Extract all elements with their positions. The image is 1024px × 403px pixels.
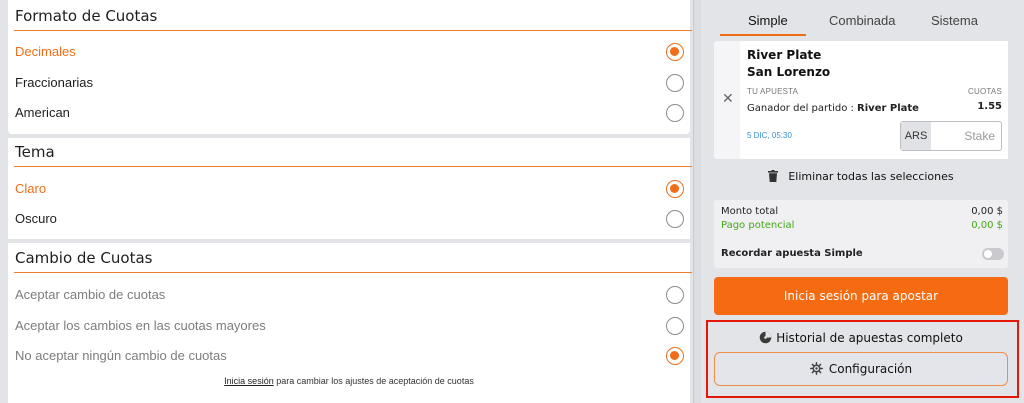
- trash-icon: [768, 170, 779, 182]
- your-bet-label: TU APUESTA: [747, 87, 799, 96]
- total-row: Monto total 0,00 $: [721, 206, 1003, 217]
- betslip-panel: Simple Combinada Sistema ✕ River Plate S…: [702, 0, 1024, 403]
- login-to-bet-button[interactable]: Inicia sesión para apostar: [714, 277, 1008, 315]
- radio-icon[interactable]: [666, 74, 684, 92]
- section-divider: [14, 272, 692, 273]
- potential-row: Pago potencial 0,00 $: [721, 220, 1003, 231]
- section-divider: [14, 166, 692, 167]
- option-theme-dark[interactable]: Oscuro: [8, 204, 690, 234]
- bet-details: River Plate San Lorenzo TU APUESTA CUOTA…: [740, 41, 1008, 159]
- team-home: River Plate: [747, 48, 822, 62]
- odds-format-title: Formato de Cuotas: [15, 7, 158, 25]
- close-icon[interactable]: ✕: [722, 91, 734, 107]
- odds-value: 1.55: [977, 101, 1002, 112]
- option-fractional[interactable]: Fraccionarias: [8, 68, 690, 98]
- option-american[interactable]: American: [8, 98, 690, 128]
- radio-icon[interactable]: [666, 286, 684, 304]
- option-accept-higher[interactable]: Aceptar los cambios en las cuotas mayore…: [8, 311, 690, 341]
- remember-toggle[interactable]: [982, 248, 1004, 260]
- tab-simple[interactable]: Simple: [748, 13, 788, 28]
- option-accept-changes[interactable]: Aceptar cambio de cuotas: [8, 280, 690, 310]
- remember-row: Recordar apuesta Simple: [721, 248, 1003, 259]
- odds-format-section: Formato de Cuotas Decimales Fraccionaria…: [8, 0, 692, 134]
- potential-label: Pago potencial: [721, 220, 795, 231]
- option-no-changes[interactable]: No aceptar ningún cambio de cuotas: [8, 341, 690, 371]
- totals-box: Monto total 0,00 $ Pago potencial 0,00 $…: [714, 200, 1008, 268]
- currency-label: ARS: [901, 122, 931, 150]
- option-decimal[interactable]: Decimales: [8, 37, 690, 67]
- option-label: Aceptar los cambios en las cuotas mayore…: [15, 318, 266, 333]
- option-label: Fraccionarias: [15, 75, 94, 90]
- option-label: American: [15, 105, 70, 120]
- history-link[interactable]: Historial de apuestas completo: [714, 327, 1008, 349]
- tab-sistema[interactable]: Sistema: [931, 13, 978, 28]
- configuration-button[interactable]: Configuración: [714, 352, 1008, 386]
- market-description: Ganador del partido : River Plate: [747, 103, 919, 114]
- total-label: Monto total: [721, 206, 779, 217]
- login-footnote: Inicia sesión para cambiar los ajustes d…: [8, 376, 690, 386]
- clear-all-label: Eliminar todas las selecciones: [788, 170, 954, 183]
- radio-icon[interactable]: [666, 104, 684, 122]
- settings-panel: Formato de Cuotas Decimales Fraccionaria…: [0, 0, 693, 403]
- stake-field: ARS: [900, 121, 1002, 151]
- odds-change-title: Cambio de Cuotas: [15, 249, 153, 267]
- potential-value: 0,00 $: [971, 220, 1003, 231]
- theme-title: Tema: [15, 143, 55, 161]
- gear-icon: [809, 362, 823, 375]
- team-away: San Lorenzo: [747, 65, 831, 79]
- panel-divider: [693, 0, 701, 403]
- history-icon: [759, 331, 772, 344]
- option-label: Oscuro: [15, 211, 57, 226]
- event-date: 5 DIC, 05:30: [747, 131, 792, 140]
- option-label: No aceptar ningún cambio de cuotas: [15, 348, 227, 363]
- option-label: Decimales: [15, 44, 76, 59]
- radio-icon[interactable]: [666, 210, 684, 228]
- option-label: Aceptar cambio de cuotas: [15, 287, 166, 302]
- tab-combinada[interactable]: Combinada: [829, 13, 896, 28]
- selection-name: River Plate: [857, 103, 919, 114]
- stake-input[interactable]: [932, 122, 1001, 150]
- radio-selected-icon[interactable]: [666, 180, 684, 198]
- option-theme-light[interactable]: Claro: [8, 174, 690, 204]
- total-value: 0,00 $: [971, 206, 1003, 217]
- login-link[interactable]: Inicia sesión: [224, 376, 274, 386]
- option-label: Claro: [15, 181, 47, 196]
- radio-icon[interactable]: [666, 317, 684, 335]
- market-name: Ganador del partido :: [747, 103, 858, 114]
- active-tab-indicator: [720, 34, 806, 36]
- section-divider: [14, 30, 692, 31]
- radio-selected-icon[interactable]: [666, 347, 684, 365]
- remember-label: Recordar apuesta Simple: [721, 248, 863, 259]
- footnote-text: para cambiar los ajustes de aceptación d…: [273, 376, 474, 386]
- odds-change-section: Cambio de Cuotas Aceptar cambio de cuota…: [8, 243, 692, 403]
- bet-card: ✕ River Plate San Lorenzo TU APUESTA CUO…: [714, 41, 1008, 159]
- configuration-label: Configuración: [828, 362, 913, 376]
- clear-all-button[interactable]: Eliminar todas las selecciones: [714, 162, 1008, 192]
- odds-label: CUOTAS: [968, 87, 1002, 96]
- history-label: Historial de apuestas completo: [776, 331, 963, 345]
- theme-section: Tema Claro Oscuro: [8, 138, 692, 239]
- radio-selected-icon[interactable]: [666, 43, 684, 61]
